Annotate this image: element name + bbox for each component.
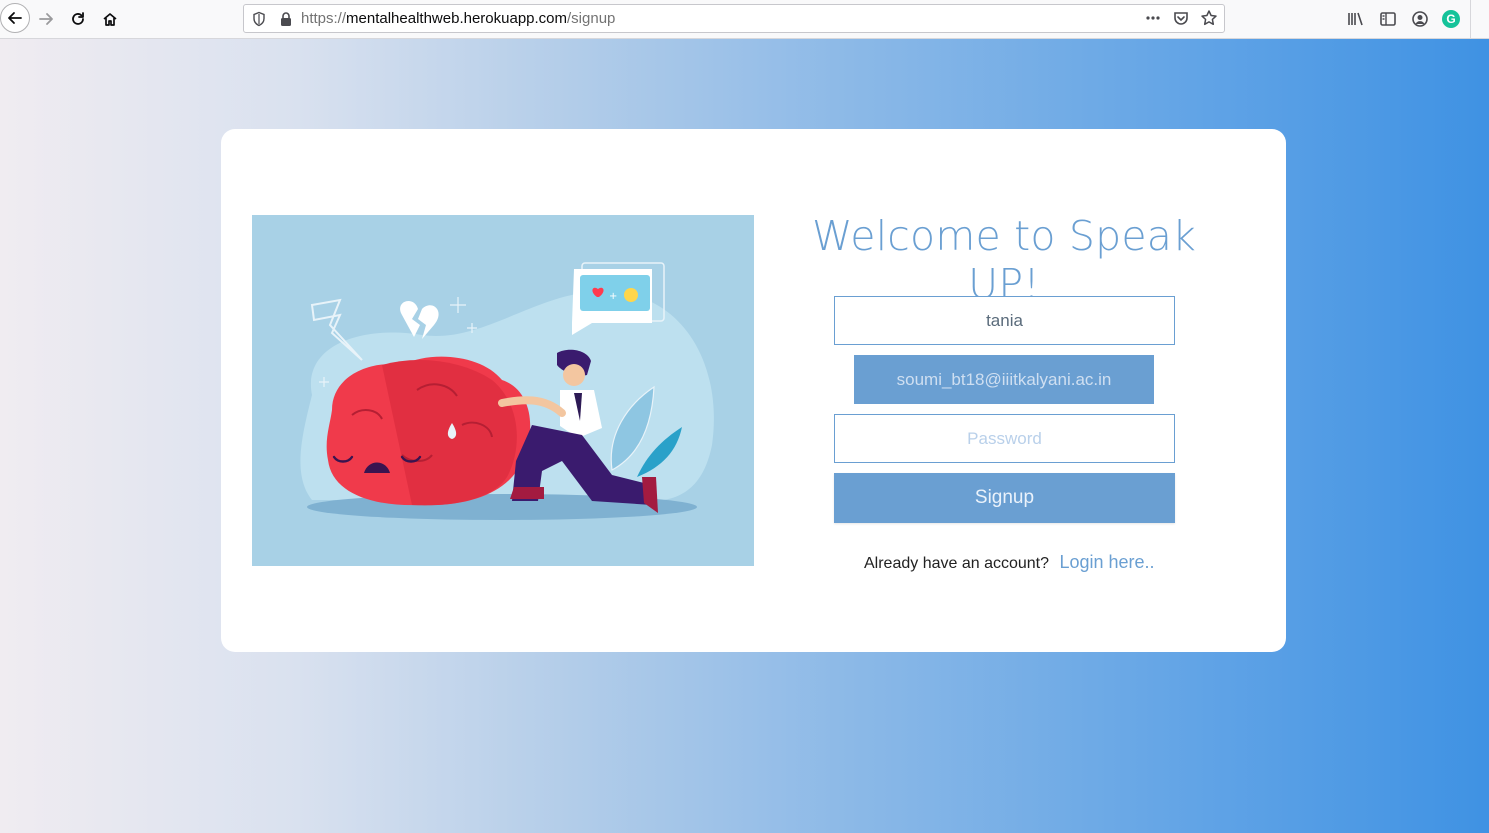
reload-icon <box>72 12 84 25</box>
page-title: Welcome to Speak UP! <box>811 212 1197 308</box>
page-background: + Welcome to Speak UP! tania soumi_bt18@… <box>0 39 1489 833</box>
url-scheme: https:// <box>301 10 347 27</box>
signup-button[interactable]: Signup <box>834 473 1175 523</box>
star-icon[interactable] <box>1200 9 1218 27</box>
forward-icon <box>39 13 53 25</box>
home-button[interactable] <box>96 5 124 33</box>
more-icon[interactable] <box>1144 9 1162 27</box>
forward-button[interactable] <box>32 5 60 33</box>
browser-toolbar: https://mentalhealthweb.herokuapp.com/si… <box>0 0 1489 39</box>
url-text[interactable]: https://mentalhealthweb.herokuapp.com/si… <box>301 10 615 27</box>
pocket-icon[interactable] <box>1172 9 1190 27</box>
reload-button[interactable] <box>64 5 92 33</box>
library-icon[interactable] <box>1346 9 1366 29</box>
sidebar-icon[interactable] <box>1378 9 1398 29</box>
already-account-text: Already have an account? <box>864 555 1050 572</box>
svg-text:+: + <box>609 291 617 302</box>
login-prompt: Already have an account? Login here.. <box>864 552 1155 573</box>
url-host: mentalhealthweb.herokuapp.com <box>346 10 568 27</box>
shield-icon[interactable] <box>251 11 267 27</box>
address-bar[interactable]: https://mentalhealthweb.herokuapp.com/si… <box>243 4 1225 33</box>
email-field[interactable] <box>854 355 1154 404</box>
url-path: /signup <box>567 10 616 27</box>
back-button[interactable] <box>0 3 30 33</box>
grammarly-icon[interactable]: G <box>1442 10 1460 28</box>
back-icon <box>8 12 22 24</box>
home-icon <box>103 13 117 26</box>
login-link[interactable]: Login here.. <box>1059 552 1154 572</box>
username-field[interactable] <box>834 296 1175 345</box>
signup-card: + Welcome to Speak UP! tania soumi_bt18@… <box>221 129 1286 652</box>
account-icon[interactable] <box>1410 9 1430 29</box>
mental-health-illustration: + <box>252 215 754 566</box>
password-field[interactable] <box>834 414 1175 463</box>
lock-icon[interactable] <box>278 11 294 27</box>
toolbar-divider <box>1470 0 1471 39</box>
